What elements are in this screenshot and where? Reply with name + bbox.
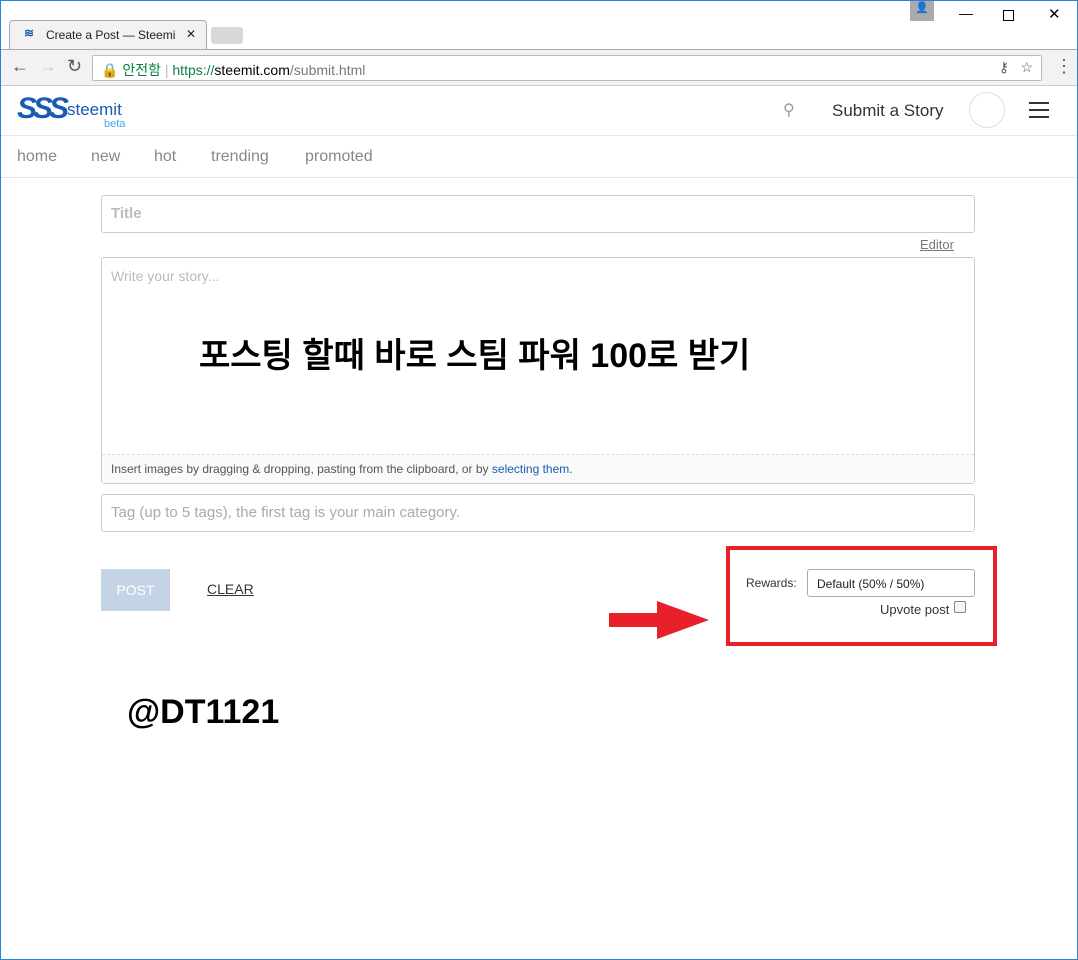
avatar[interactable] bbox=[969, 92, 1005, 128]
story-editor[interactable]: Write your story... 포스팅 할때 바로 스팀 파워 100로… bbox=[101, 257, 975, 484]
overlay-caption: 포스팅 할때 바로 스팀 파워 100로 받기 bbox=[199, 337, 751, 375]
browser-tab[interactable]: ≋ Create a Post — Steemi ✕ bbox=[9, 20, 207, 49]
title-input[interactable]: Title bbox=[101, 195, 975, 233]
story-placeholder: Write your story... bbox=[111, 268, 220, 284]
title-bar: ≋ Create a Post — Steemi ✕ 👤 — ✕ bbox=[1, 1, 1077, 49]
back-icon[interactable]: ← bbox=[11, 56, 29, 77]
minimize-icon[interactable]: — bbox=[959, 5, 973, 21]
brand-beta: beta bbox=[104, 118, 126, 130]
forward-icon[interactable]: → bbox=[39, 56, 57, 77]
tags-placeholder: Tag (up to 5 tags), the first tag is you… bbox=[111, 504, 461, 521]
menu-item-home[interactable]: home bbox=[17, 148, 57, 166]
menu-item-trending[interactable]: trending bbox=[211, 148, 269, 166]
red-arrow-icon bbox=[609, 601, 709, 639]
url-path: /submit.html bbox=[289, 62, 366, 78]
category-menu: home new hot trending promoted bbox=[1, 136, 1077, 178]
hint-suffix: . bbox=[569, 462, 573, 476]
steemit-favicon-icon: ≋ bbox=[24, 26, 35, 40]
editor-toggle-link[interactable]: Editor bbox=[920, 237, 954, 252]
close-window-icon[interactable]: ✕ bbox=[1048, 5, 1061, 23]
select-images-link[interactable]: selecting them bbox=[492, 462, 569, 476]
rewards-label: Rewards: bbox=[746, 576, 797, 590]
url-scheme: https:// bbox=[172, 62, 215, 78]
hamburger-menu-icon[interactable] bbox=[1029, 102, 1049, 118]
clear-button[interactable]: CLEAR bbox=[207, 581, 254, 597]
title-placeholder: Title bbox=[111, 205, 142, 222]
tab-title: Create a Post — Steemi bbox=[46, 28, 176, 42]
star-icon[interactable]: ☆ bbox=[1020, 59, 1033, 76]
security-label: 안전함 bbox=[122, 62, 161, 78]
upvote-checkbox[interactable] bbox=[954, 601, 966, 613]
brand-name[interactable]: steemit bbox=[67, 100, 122, 120]
url-host: steemit.com bbox=[214, 62, 290, 78]
hint-text: Insert images by dragging & dropping, pa… bbox=[111, 462, 492, 476]
lock-icon: 🔒 bbox=[101, 62, 119, 78]
address-bar[interactable]: 🔒 안전함 | https://steemit.com/submit.html … bbox=[92, 55, 1042, 81]
steemit-logo-icon[interactable]: SSS bbox=[17, 92, 69, 126]
post-button[interactable]: POST bbox=[101, 569, 170, 611]
submit-story-link[interactable]: Submit a Story bbox=[832, 101, 944, 121]
rewards-value: Default (50% / 50%) bbox=[817, 577, 925, 591]
rewards-select[interactable]: Default (50% / 50%) bbox=[807, 569, 975, 597]
search-icon[interactable]: ⚲ bbox=[783, 100, 795, 120]
close-tab-icon[interactable]: ✕ bbox=[186, 27, 196, 41]
upload-hint: Insert images by dragging & dropping, pa… bbox=[102, 454, 974, 483]
reload-icon[interactable]: ↻ bbox=[67, 56, 82, 77]
new-tab-button[interactable] bbox=[211, 27, 243, 44]
site-header: SSS steemit beta ⚲ Submit a Story bbox=[1, 86, 1077, 136]
browser-toolbar: ← → ↻ 🔒 안전함 | https://steemit.com/submit… bbox=[1, 49, 1077, 86]
tags-input[interactable]: Tag (up to 5 tags), the first tag is you… bbox=[101, 494, 975, 532]
menu-item-new[interactable]: new bbox=[91, 148, 120, 166]
key-icon[interactable]: ⚷ bbox=[999, 59, 1009, 76]
menu-item-hot[interactable]: hot bbox=[154, 148, 176, 166]
upvote-label: Upvote post bbox=[880, 602, 950, 617]
menu-item-promoted[interactable]: promoted bbox=[305, 148, 373, 166]
username-caption: @DT1121 bbox=[127, 693, 280, 731]
profile-icon[interactable]: 👤 bbox=[910, 1, 934, 21]
menu-dots-icon[interactable]: ⋮ bbox=[1055, 56, 1073, 77]
maximize-icon[interactable] bbox=[1003, 10, 1014, 21]
